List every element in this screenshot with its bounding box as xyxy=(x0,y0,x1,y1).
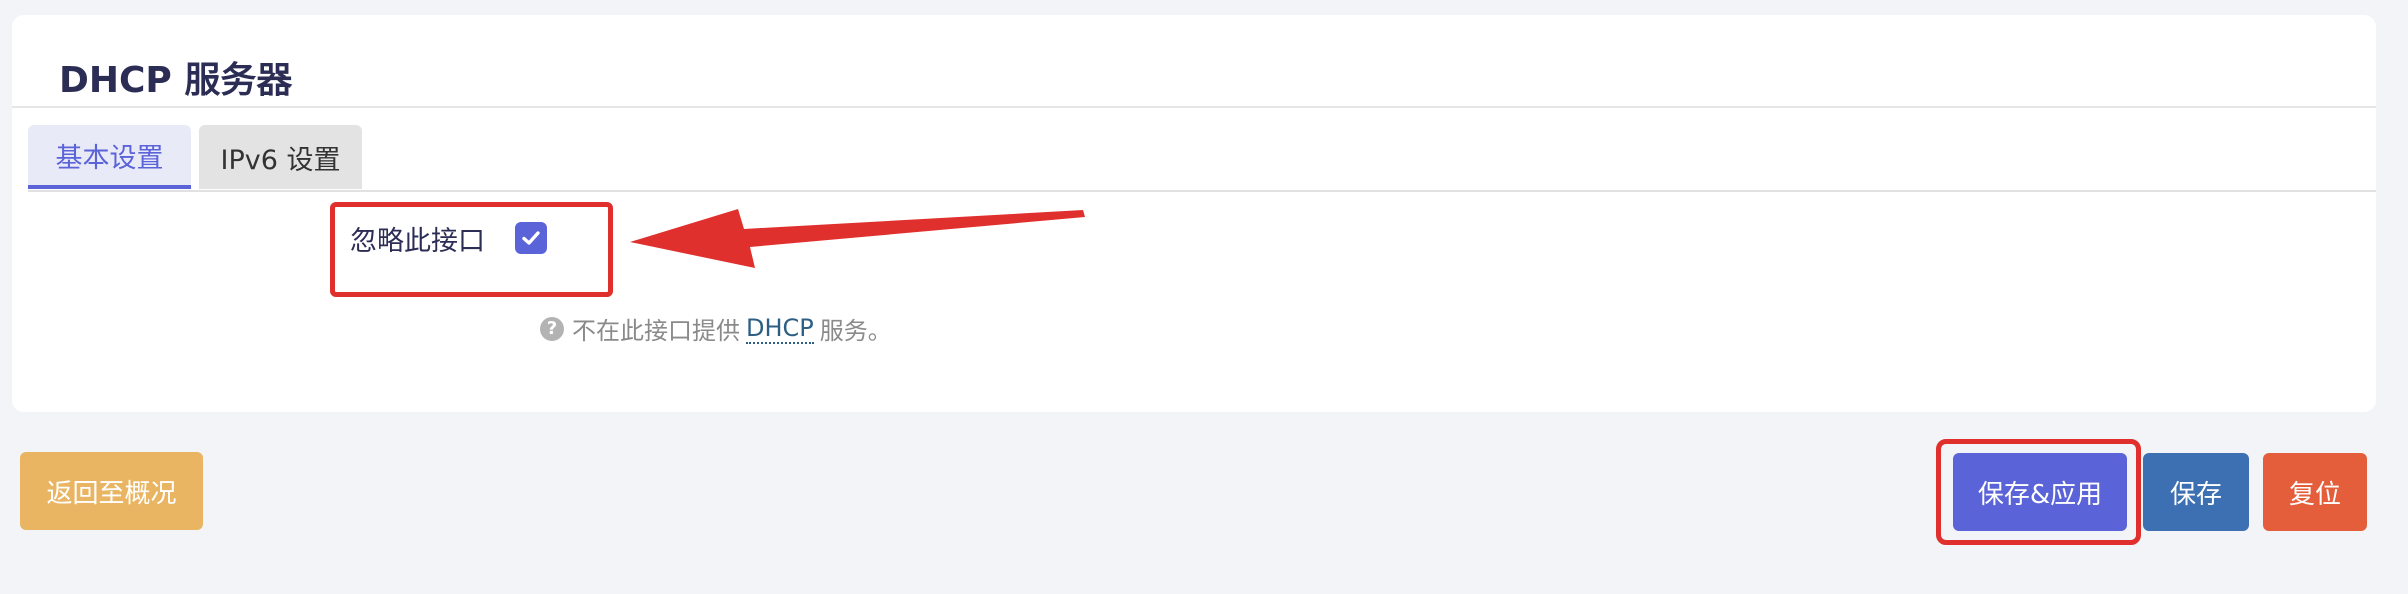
tabs-divider xyxy=(28,190,2376,192)
help-text-suffix: 服务。 xyxy=(819,317,892,345)
highlight-box-ignore-interface xyxy=(330,202,613,297)
dhcp-abbr: DHCP xyxy=(746,313,814,344)
save-button[interactable]: 保存 xyxy=(2143,453,2249,531)
title-divider xyxy=(12,106,2376,108)
tab-basic-settings[interactable]: 基本设置 xyxy=(28,125,191,189)
highlight-box-save-apply xyxy=(1936,439,2141,545)
question-circle-icon: ? xyxy=(540,316,564,341)
back-to-overview-button[interactable]: 返回至概况 xyxy=(20,452,203,530)
red-arrow-annotation xyxy=(630,209,1085,268)
help-text-prefix: 不在此接口提供 xyxy=(572,317,740,345)
reset-button[interactable]: 复位 xyxy=(2263,453,2367,531)
help-text: ? 不在此接口提供 DHCP 服务。 xyxy=(540,311,892,346)
tab-ipv6-settings[interactable]: IPv6 设置 xyxy=(199,125,362,189)
page-title: DHCP 服务器 xyxy=(59,60,293,101)
